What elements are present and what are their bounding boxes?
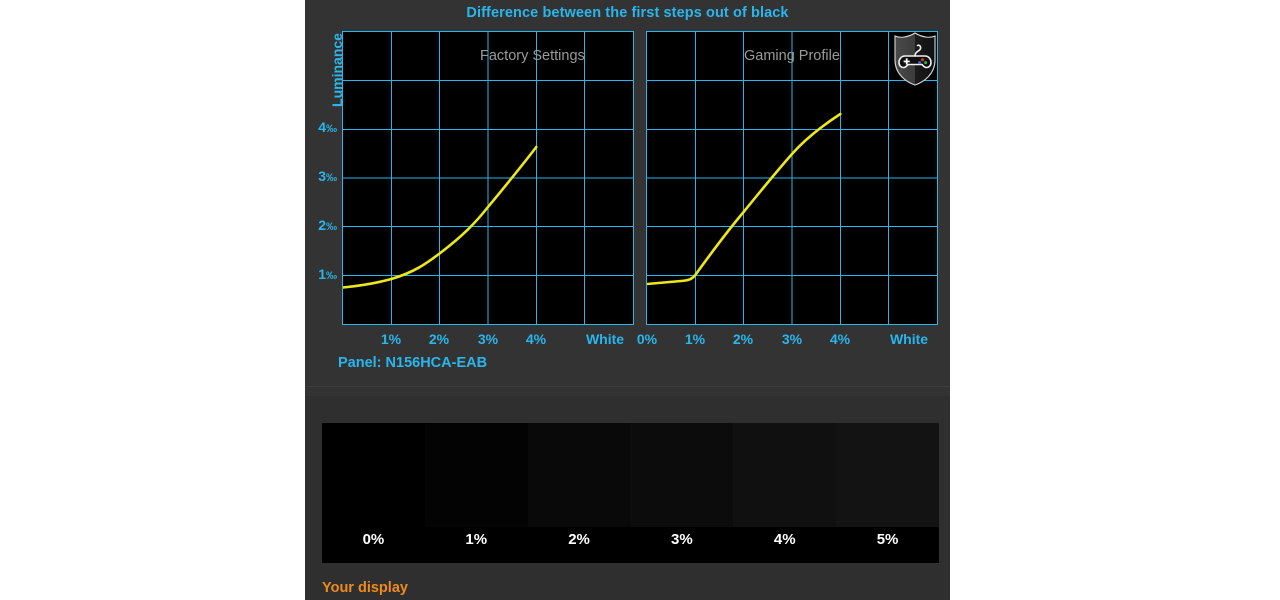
y-tick-2: 2‰: [318, 217, 337, 233]
x-tick-right-1: 1%: [684, 331, 706, 347]
band-label: 3%: [671, 531, 693, 548]
y-tick-1: 1‰: [318, 266, 337, 282]
your-display-label: Your display: [322, 580, 408, 596]
x-tick-left-2: 2%: [428, 331, 450, 347]
band-label: 1%: [465, 531, 488, 548]
band-fill: [527, 423, 631, 527]
band-fill: [322, 423, 425, 527]
x-tick-left-4: 4%: [525, 331, 547, 347]
plot-svg-gaming: [647, 32, 937, 324]
x-tick-left-white: White: [585, 331, 625, 347]
gradient-section: 0% 1% 2% 3% 4% 5% Your display: [305, 387, 950, 600]
strip-band: 5%: [836, 423, 939, 563]
x-tick-right-4: 4%: [829, 331, 851, 347]
strip-band: 2%: [527, 423, 631, 563]
panel-model-label: Panel: N156HCA-EAB: [338, 355, 488, 371]
band-label: 0%: [362, 531, 385, 548]
strip-band: 4%: [733, 423, 837, 563]
measurement-panel: Difference between the first steps out o…: [305, 0, 950, 600]
x-tick-right-2: 2%: [732, 331, 754, 347]
band-fill: [630, 423, 734, 527]
band-fill: [733, 423, 837, 527]
band-label: 5%: [876, 531, 899, 548]
band-label: 4%: [773, 531, 796, 548]
gradient-section-inner: 0% 1% 2% 3% 4% 5% Your display: [305, 396, 950, 600]
plot-factory-settings: [342, 31, 634, 325]
x-tick-left-3: 3%: [477, 331, 499, 347]
y-tick-4: 4‰: [318, 119, 337, 135]
band-fill: [424, 423, 528, 527]
strip-band: 1%: [424, 423, 528, 563]
plot-gaming-profile: [646, 31, 938, 325]
page-title: Difference between the first steps out o…: [466, 5, 789, 21]
screenshot-root: Difference between the first steps out o…: [0, 0, 1280, 600]
x-tick-right-3: 3%: [781, 331, 803, 347]
x-tick-left-1: 1%: [380, 331, 402, 347]
band-label: 2%: [568, 531, 590, 548]
x-tick-right-white: White: [889, 331, 929, 347]
band-fill: [836, 423, 939, 527]
y-tick-3: 3‰: [318, 168, 337, 184]
strip-band: 0%: [322, 423, 425, 563]
chart-section: Difference between the first steps out o…: [305, 0, 950, 386]
x-tick-right-0: 0%: [636, 331, 658, 347]
strip-band: 3%: [630, 423, 734, 563]
plot-svg-factory: [343, 32, 633, 324]
black-level-strip: 0% 1% 2% 3% 4% 5%: [322, 423, 939, 563]
